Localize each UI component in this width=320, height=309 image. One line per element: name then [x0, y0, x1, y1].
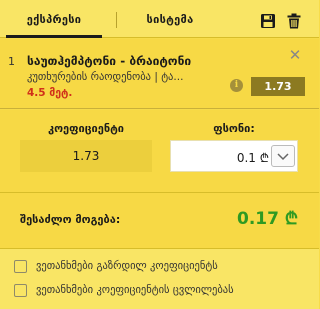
accept-higher-odds-option[interactable]: ვეთანხმები გაზრდილ კოეფიციენტს — [14, 258, 218, 274]
coefficient-label: კოეფიციენტი — [47, 122, 125, 135]
stake-dropdown-button[interactable] — [271, 145, 295, 167]
possible-win-label: შესაძლო მოგება: — [20, 213, 121, 226]
stake-calculator: კოეფიციენტი ფსონი: 1.73 0.1 ₾ შესაძლო მო… — [0, 110, 319, 248]
stake-input[interactable]: 0.1 ₾ — [170, 140, 298, 172]
odds-badge: 1.73 — [251, 77, 305, 96]
possible-win-value: 0.17 ₾ — [237, 209, 298, 229]
tab-express[interactable]: ექსპრესი — [6, 0, 102, 38]
bet-index: 1 — [8, 55, 15, 68]
odds-change-options: ვეთანხმები გაზრდილ კოეფიციენტს ვეთანხმებ… — [0, 248, 319, 309]
bet-event-name: საუთჰემპტონი - ბრაიტონი — [27, 54, 192, 68]
coefficient-value: 1.73 — [20, 140, 152, 172]
section-divider — [0, 192, 319, 193]
tab-divider — [116, 12, 117, 28]
chevron-down-icon — [277, 153, 289, 161]
bet-stake-line: 4.5 მეტ. — [27, 87, 73, 99]
bet-selection-card: 1 საუთჰემპტონი - ბრაიტონი ✕ კუთხურების რ… — [0, 39, 319, 109]
stake-amount-value[interactable]: 0.1 ₾ — [217, 149, 269, 166]
accept-higher-odds-checkbox[interactable] — [14, 259, 27, 273]
active-tab-indicator — [6, 35, 102, 38]
tab-system[interactable]: სისტემა — [130, 0, 210, 38]
info-icon[interactable]: i — [230, 79, 243, 92]
trash-icon[interactable] — [286, 13, 302, 29]
accept-odds-change-checkbox[interactable] — [14, 283, 27, 297]
bet-market-name: კუთხურების რაოდენობა | ტა... — [27, 71, 184, 83]
betslip-header: ექსპრესი სისტემა — [0, 0, 319, 38]
save-icon[interactable] — [260, 13, 276, 29]
option-label: ვეთანხმები გაზრდილ კოეფიციენტს — [36, 260, 218, 272]
accept-odds-change-option[interactable]: ვეთანხმები კოეფიციენტის ცვლილებას — [14, 282, 234, 298]
stake-label: ფსონი: — [213, 122, 255, 135]
close-icon[interactable]: ✕ — [288, 48, 302, 63]
option-label: ვეთანხმები კოეფიციენტის ცვლილებას — [36, 284, 234, 296]
